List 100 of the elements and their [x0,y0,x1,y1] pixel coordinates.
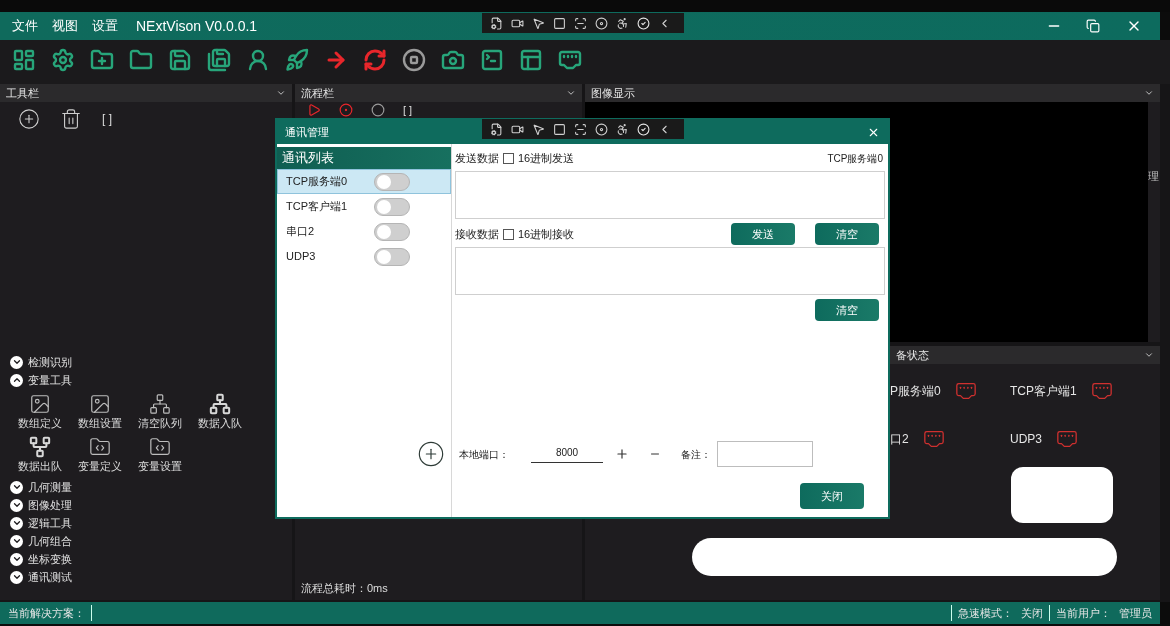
category-row[interactable]: 检测识别 [10,353,282,371]
hierarchy-icon [29,435,51,458]
ethernet-port-icon [922,428,945,450]
connection-item[interactable]: TCP客户端1 [277,194,451,219]
dropdown-caret-icon[interactable] [276,88,286,98]
record-icon[interactable] [339,103,353,117]
tool-item[interactable]: 数组定义 [10,393,70,432]
clear-button[interactable]: 清空 [815,299,879,321]
category-row[interactable]: 坐标变换 [10,550,282,568]
stop-icon[interactable] [371,103,385,117]
category-row[interactable]: 几何组合 [10,532,282,550]
dropdown-caret-icon[interactable] [566,88,576,98]
user-value: 管理员 [1119,605,1152,621]
square-icon[interactable] [553,122,566,136]
total-time-label: 流程总耗时：0ms [300,580,389,596]
toggle-switch[interactable] [374,172,410,191]
user-label: 当前用户： [1056,605,1111,621]
pointer-icon[interactable] [532,122,545,136]
toggle-switch[interactable] [374,197,410,216]
refresh-icon[interactable] [363,48,387,72]
checkbox[interactable] [503,228,514,240]
note-field[interactable] [717,441,813,467]
ethernet-port-icon [954,380,977,402]
dialog-title: 通讯管理 [285,124,329,140]
dropdown-caret-icon[interactable] [1144,88,1154,98]
ethernet-port-icon[interactable] [558,48,582,72]
window-icon[interactable] [519,48,543,72]
connection-item[interactable]: 串口2 [277,219,451,244]
category-row[interactable]: 几何测量 [10,478,282,496]
connection-item[interactable]: UDP3 [277,244,451,269]
bracket-label: [ ] [102,111,112,128]
device-name: UDP3 [1010,431,1042,448]
checkbox[interactable] [503,152,514,164]
toggle-switch[interactable] [374,222,410,241]
disc-icon[interactable] [595,16,608,30]
rocket-icon[interactable] [285,48,309,72]
tool-item[interactable]: 变量定义 [70,435,130,474]
device-name: TCP客户端1 [1010,383,1077,400]
panel-title: 流程栏 [301,87,334,99]
scan-icon[interactable] [574,16,587,30]
user-icon[interactable] [246,48,270,72]
connection-item[interactable]: TCP服务端0 [277,169,451,194]
square-icon[interactable] [553,16,566,30]
list-header: 通讯列表 [277,147,451,169]
local-port-label: 本地端口： [459,447,509,462]
checkbox-label: 16进制发送 [518,150,575,166]
pointer-icon[interactable] [532,16,545,30]
device-name: P服务端0 [890,383,941,400]
tool-item[interactable]: 数据出队 [10,435,70,474]
note-label: 备注： [681,447,711,462]
panel-title: 备状态 [896,349,929,361]
hierarchy-icon [149,393,171,415]
settings-icon[interactable] [51,48,75,72]
tool-item[interactable]: 清空队列 [130,393,190,432]
speed-mode-value: 关闭 [1021,605,1043,621]
connection-name: TCP服务端0 [827,151,883,166]
receive-data-label: 接收数据 [455,226,499,242]
camera-icon[interactable] [441,48,465,72]
category-row[interactable]: 逻辑工具 [10,514,282,532]
panel-title: 图像显示 [591,87,635,99]
disc-icon[interactable] [595,122,608,136]
code-folder-icon [89,435,111,458]
folder-icon[interactable] [129,48,153,72]
layout-icon[interactable] [12,48,36,72]
close-button[interactable]: 关闭 [800,483,864,509]
check-icon[interactable] [637,16,650,30]
check-icon[interactable] [637,122,650,136]
save-icon[interactable] [168,48,192,72]
send-data-label: 发送数据 [455,150,499,166]
accessibility-icon[interactable] [616,16,629,30]
tool-item[interactable]: 变量设置 [130,435,190,474]
code-folder-icon [149,435,171,458]
menu-item[interactable]: 视图 [52,16,78,36]
trash-icon[interactable] [60,108,82,130]
image-icon [89,393,111,415]
file-gear-icon[interactable] [490,16,503,30]
stop-icon[interactable] [402,48,426,72]
category-row[interactable]: 图像处理 [10,496,282,514]
menu-item[interactable]: 文件 [12,16,38,36]
dropdown-caret-icon[interactable] [1144,350,1154,360]
solution-label: 当前解决方案： [8,605,85,621]
add-icon[interactable] [417,440,445,468]
accessibility-icon[interactable] [616,122,629,136]
restore-icon[interactable] [1086,19,1100,33]
clear-button[interactable]: 清空 [815,223,879,245]
plus-icon[interactable] [615,447,629,461]
terminal-icon[interactable] [480,48,504,72]
category-row[interactable]: 变量工具 [10,371,282,389]
send-button[interactable]: 发送 [731,223,795,245]
category-row[interactable]: 通讯测试 [10,568,282,586]
scan-icon[interactable] [574,122,587,136]
file-gear-icon[interactable] [490,122,503,136]
port-field[interactable]: 8000 [531,445,603,463]
toggle-switch[interactable] [374,247,410,266]
menu-item[interactable]: 设置 [92,16,118,36]
bracket-label: [ ] [403,104,413,116]
folder-plus-icon[interactable] [90,48,114,72]
tool-item[interactable]: 数据入队 [190,393,250,432]
tool-item[interactable]: 数组设置 [70,393,130,432]
play-icon[interactable] [307,103,321,117]
